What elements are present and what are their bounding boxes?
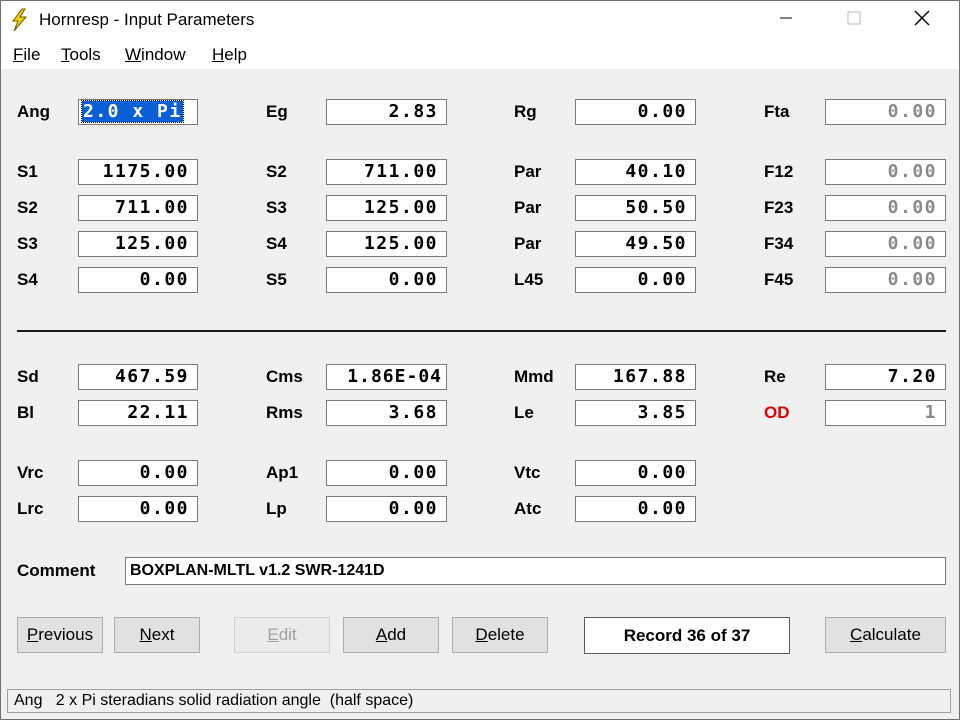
label-s4: S4 — [266, 234, 287, 253]
label-vrc: Vrc — [17, 463, 44, 482]
status-bar: Ang 2 x Pi steradians solid radiation an… — [7, 689, 951, 713]
field-s4[interactable]: 125.00 — [326, 231, 447, 257]
label-s3: S3 — [266, 198, 287, 217]
field-s1[interactable]: 1175.00 — [78, 159, 198, 185]
minimize-icon — [779, 11, 793, 30]
next-button[interactable]: Next — [114, 617, 200, 653]
field-f23: 0.00 — [825, 195, 946, 221]
field-vtc[interactable]: 0.00 — [575, 460, 696, 486]
delete-button[interactable]: Delete — [452, 617, 548, 653]
field-rg[interactable]: 0.00 — [575, 99, 696, 125]
field-s3-row3[interactable]: 125.00 — [78, 231, 198, 257]
section-divider — [17, 330, 946, 332]
label-fta: Fta — [764, 102, 790, 121]
label-f45: F45 — [764, 270, 794, 289]
close-button[interactable] — [899, 1, 945, 39]
field-mmd[interactable]: 167.88 — [575, 364, 696, 390]
field-l45[interactable]: 0.00 — [575, 267, 696, 293]
field-s5[interactable]: 0.00 — [326, 267, 447, 293]
label-atc: Atc — [514, 499, 542, 518]
label-s2-row2: S2 — [17, 198, 38, 217]
label-s1: S1 — [17, 162, 38, 181]
field-re[interactable]: 7.20 — [825, 364, 946, 390]
field-vrc[interactable]: 0.00 — [78, 460, 198, 486]
label-s2: S2 — [266, 162, 287, 181]
minimize-button[interactable] — [763, 1, 809, 39]
label-vtc: Vtc — [514, 463, 541, 482]
label-f34: F34 — [764, 234, 794, 253]
field-lrc[interactable]: 0.00 — [78, 496, 198, 522]
window-title: Hornresp - Input Parameters — [39, 10, 255, 29]
field-le[interactable]: 3.85 — [575, 400, 696, 426]
comment-input[interactable]: BOXPLAN-MLTL v1.2 SWR-1241D — [125, 557, 946, 585]
label-sd: Sd — [17, 367, 39, 386]
label-par-1: Par — [514, 162, 542, 181]
menu-help[interactable]: Help — [212, 45, 247, 65]
edit-button: Edit — [234, 617, 330, 653]
label-cms: Cms — [266, 367, 303, 386]
label-s5: S5 — [266, 270, 287, 289]
field-sd[interactable]: 467.59 — [78, 364, 198, 390]
previous-button[interactable]: Previous — [17, 617, 103, 653]
field-eg[interactable]: 2.83 — [326, 99, 447, 125]
menu-file[interactable]: File — [13, 45, 40, 65]
field-par-1[interactable]: 40.10 — [575, 159, 696, 185]
title-bar: Hornresp - Input Parameters — [1, 1, 959, 39]
label-rms: Rms — [266, 403, 303, 422]
label-ap1: Ap1 — [266, 463, 299, 482]
field-s2-row2[interactable]: 711.00 — [78, 195, 198, 221]
calculate-button[interactable]: Calculate — [825, 617, 946, 653]
field-par-2[interactable]: 50.50 — [575, 195, 696, 221]
field-rms[interactable]: 3.68 — [326, 400, 447, 426]
label-s4-row4: S4 — [17, 270, 38, 289]
lightning-bolt-icon — [9, 8, 29, 32]
field-bl[interactable]: 22.11 — [78, 400, 198, 426]
field-od[interactable]: 1 — [825, 400, 946, 426]
field-ang-selection: 2.0 x Pi — [81, 100, 184, 123]
label-mmd: Mmd — [514, 367, 554, 386]
menu-tools[interactable]: Tools — [61, 45, 101, 65]
label-lp: Lp — [266, 499, 287, 518]
label-comment: Comment — [17, 561, 96, 580]
field-f34: 0.00 — [825, 231, 946, 257]
menu-bar: File Tools Window Help — [1, 39, 959, 69]
field-atc[interactable]: 0.00 — [575, 496, 696, 522]
label-f12: F12 — [764, 162, 794, 181]
field-lp[interactable]: 0.00 — [326, 496, 447, 522]
label-l45: L45 — [514, 270, 544, 289]
field-cms[interactable]: 1.86E-04 — [326, 364, 447, 390]
label-bl: Bl — [17, 403, 34, 422]
field-s4-row4[interactable]: 0.00 — [78, 267, 198, 293]
label-par-3: Par — [514, 234, 542, 253]
field-ap1[interactable]: 0.00 — [326, 460, 447, 486]
label-le: Le — [514, 403, 534, 422]
add-button[interactable]: Add — [343, 617, 439, 653]
hornresp-window: Hornresp - Input Parameters File Tools W… — [0, 0, 960, 720]
maximize-icon — [847, 11, 861, 30]
label-lrc: Lrc — [17, 499, 44, 518]
record-indicator: Record 36 of 37 — [584, 617, 790, 654]
label-s3-row3: S3 — [17, 234, 38, 253]
menu-window[interactable]: Window — [125, 45, 185, 65]
label-par-2: Par — [514, 198, 542, 217]
maximize-button[interactable] — [831, 1, 877, 39]
field-s2[interactable]: 711.00 — [326, 159, 447, 185]
label-f23: F23 — [764, 198, 794, 217]
label-re: Re — [764, 367, 786, 386]
field-s3[interactable]: 125.00 — [326, 195, 447, 221]
label-rg: Rg — [514, 102, 537, 121]
close-icon — [914, 10, 930, 31]
field-fta: 0.00 — [825, 99, 946, 125]
field-par-3[interactable]: 49.50 — [575, 231, 696, 257]
field-f45: 0.00 — [825, 267, 946, 293]
label-od: OD — [764, 403, 790, 422]
field-f12: 0.00 — [825, 159, 946, 185]
label-ang: Ang — [17, 102, 51, 121]
field-ang[interactable]: 2.0 x Pi — [78, 99, 198, 125]
label-eg: Eg — [266, 102, 288, 121]
